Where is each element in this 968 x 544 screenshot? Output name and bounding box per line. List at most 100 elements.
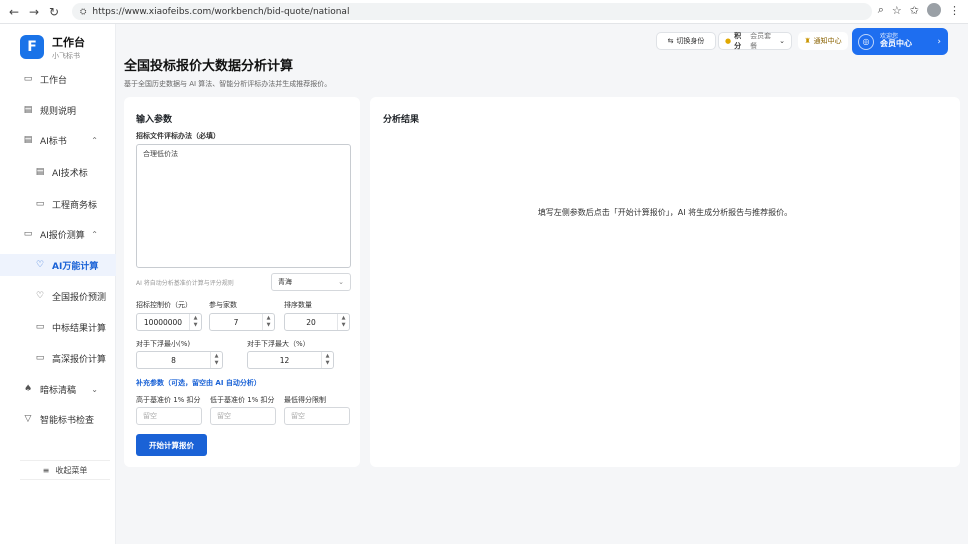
sidebar-item-label: AI标书 <box>40 136 67 147</box>
analysis-hint: AI 将自动分析基准价计算与评分规则 <box>136 280 234 287</box>
sidebar-item-7[interactable]: ♡ AI万能计算 <box>0 254 116 276</box>
file-icon: ▤ <box>23 135 33 145</box>
reload-icon[interactable]: ↻ <box>44 2 64 22</box>
sidebar-item-11[interactable]: ♠ 暗标清稿 ⌄ <box>0 378 116 400</box>
bidders-value: 7 <box>233 317 239 327</box>
sidebar-item-6[interactable]: ▭ AI报价测算 ⌃ <box>0 223 116 245</box>
sidebar-item-label: 工作台 <box>40 75 68 86</box>
collapse-menu-button[interactable]: ≡ 收起菜单 <box>20 460 110 480</box>
favorites-icon[interactable]: ✩ <box>910 4 919 17</box>
float-max-value: 12 <box>279 355 290 365</box>
control-price-input[interactable]: 10000000 ▲ ▼ <box>136 313 202 331</box>
below-penalty-label: 低于基准价 1% 扣分 <box>210 396 275 404</box>
chevron-down-icon[interactable]: ⌄ <box>91 385 98 394</box>
number-stepper[interactable]: ▲ ▼ <box>337 314 349 330</box>
sidebar-item-4[interactable]: ▤ AI技术标 <box>0 161 116 183</box>
bookmark-star-icon[interactable]: ☆ <box>892 4 902 17</box>
chevron-up-icon[interactable]: ⌃ <box>91 230 98 239</box>
float-min-input[interactable]: 8 ▲ ▼ <box>136 351 223 369</box>
number-stepper[interactable]: ▲ ▼ <box>189 314 201 330</box>
above-penalty-label: 高于基准价 1% 扣分 <box>136 396 201 404</box>
member-greeting: 欢迎您 <box>880 32 899 40</box>
sidebar-item-label: AI报价测算 <box>40 230 85 241</box>
brand-logo[interactable]: F 工作台 小飞标书 <box>0 24 115 64</box>
chat-icon: ▭ <box>35 322 45 332</box>
sidebar-item-label: 智能标书检查 <box>40 415 95 426</box>
sidebar-item-label: AI万能计算 <box>52 261 99 272</box>
notification-center-label: 通知中心 <box>813 37 842 45</box>
notification-center-button[interactable]: ♜ 通知中心 <box>798 32 848 50</box>
simulations-label: 排序数量 <box>284 301 312 309</box>
sidebar-item-8[interactable]: ♡ 全国报价预测 <box>0 285 116 307</box>
input-parameters-card: 输入参数 招标文件评标办法（必填） 合理低价法 AI 将自动分析基准价计算与评分… <box>124 97 360 467</box>
page-title: 全国投标报价大数据分析计算 <box>124 59 294 74</box>
page-description: 基于全国历史数据与 AI 算法、智能分析评标办法并生成推荐报价。 <box>124 80 332 88</box>
filter-icon: ▽ <box>24 414 32 424</box>
chevron-up-icon[interactable]: ⌃ <box>91 136 98 145</box>
below-penalty-input[interactable]: 留空 <box>210 407 276 425</box>
sidebar-item-label: 暗标清稿 <box>40 385 77 396</box>
float-min-label: 对手下浮最小(%) <box>136 340 191 348</box>
browser-toolbar: ← → ↻ ⛭ https://www.xiaofeibs.com/workbe… <box>0 0 968 24</box>
switch-identity-button[interactable]: ⇆ 切换身份 <box>656 32 716 50</box>
rocket-icon: ♠ <box>23 384 33 394</box>
sidebar-item-5[interactable]: ▭ 工程商务标 ⌄ <box>0 193 116 215</box>
collapse-menu-label: 收起菜单 <box>55 465 88 475</box>
points-label: 积分 <box>734 32 742 50</box>
sidebar-item-3[interactable]: ▤ AI标书 ⌃ <box>0 129 116 151</box>
profile-avatar[interactable] <box>927 3 941 17</box>
number-stepper[interactable]: ▲ ▼ <box>321 352 333 368</box>
site-info-icon[interactable]: ⛭ <box>80 7 86 17</box>
sidebar-item-12[interactable]: ▽ 智能标书检查 <box>0 408 116 430</box>
zoom-icon[interactable]: ⌕ <box>878 3 884 17</box>
more-menu-icon[interactable]: ⋮ <box>949 4 960 17</box>
float-max-input[interactable]: 12 ▲ ▼ <box>247 351 334 369</box>
simulations-input[interactable]: 20 ▲ ▼ <box>284 313 350 331</box>
sidebar-item-9[interactable]: ▭ 中标结果计算 <box>0 316 116 338</box>
results-section-title: 分析结果 <box>383 115 420 125</box>
region-select[interactable]: 青海 ⌄ <box>271 273 351 291</box>
input-section-title: 输入参数 <box>136 115 173 125</box>
brand-title: 工作台 <box>52 35 85 49</box>
member-center-button[interactable]: ◎ 欢迎您 会员中心 › <box>852 28 948 55</box>
float-min-value: 8 <box>171 355 176 365</box>
menu-icon: ≡ <box>42 465 50 475</box>
points-sub-label: 会员套餐 <box>750 32 772 50</box>
sidebar-item-label: 中标结果计算 <box>52 323 107 334</box>
sidebar: F 工作台 小飞标书 ▭ 工作台 ▤ 规则说明 ▤ AI标书 ⌃ ▤ AI技术标 ▭ 工程商务标 ⌄ ▭… <box>0 24 116 544</box>
above-penalty-input[interactable]: 留空 <box>136 407 202 425</box>
number-stepper[interactable]: ▲ ▼ <box>210 352 222 368</box>
chevron-down-icon[interactable]: ⌄ <box>91 200 98 209</box>
start-calculation-button[interactable]: 开始计算报价 <box>136 434 207 456</box>
sidebar-item-label: 工程商务标 <box>52 200 98 211</box>
control-price-value: 10000000 <box>143 317 183 327</box>
points-dropdown[interactable]: ● 积分 会员套餐 ⌄ <box>718 32 792 50</box>
bidders-input[interactable]: 7 ▲ ▼ <box>209 313 275 331</box>
sidebar-item-label: 规则说明 <box>40 106 77 117</box>
brand-subtitle: 小飞标书 <box>52 51 80 60</box>
forward-icon[interactable]: → <box>24 2 44 22</box>
chat-icon: ♡ <box>35 260 45 270</box>
results-empty-message: 填写左侧参数后点击「开始计算报价」，AI 将生成分析报告与推荐报价。 <box>537 208 793 217</box>
coin-icon: ● <box>725 37 732 45</box>
bell-icon: ♜ <box>804 37 811 45</box>
sidebar-item-2[interactable]: ▤ 规则说明 <box>0 99 116 121</box>
control-price-label: 招标控制价（元） <box>136 301 192 309</box>
chevron-right-icon: › <box>937 36 941 47</box>
number-stepper[interactable]: ▲ ▼ <box>262 314 274 330</box>
url-text: https://www.xiaofeibs.com/workbench/bid-… <box>92 6 350 17</box>
region-value: 青海 <box>278 278 292 286</box>
sidebar-item-label: 全国报价预测 <box>52 292 107 303</box>
chevron-down-icon: ⌄ <box>779 37 785 45</box>
document-icon: ▤ <box>23 105 33 115</box>
sidebar-item-10[interactable]: ▭ 高深报价计算 <box>0 347 116 369</box>
evaluation-method-textarea[interactable]: 合理低价法 <box>136 144 351 268</box>
back-icon[interactable]: ← <box>4 2 24 22</box>
address-bar[interactable]: ⛭ https://www.xiaofeibs.com/workbench/bi… <box>72 3 872 20</box>
sidebar-item-1[interactable]: ▭ 工作台 <box>0 68 116 90</box>
user-avatar-icon: ◎ <box>858 33 874 50</box>
min-score-input[interactable]: 留空 <box>284 407 350 425</box>
analysis-results-card: 分析结果 填写左侧参数后点击「开始计算报价」，AI 将生成分析报告与推荐报价。 <box>370 97 960 467</box>
chat-icon: ▭ <box>35 353 45 363</box>
chevron-down-icon: ⌄ <box>338 278 344 286</box>
